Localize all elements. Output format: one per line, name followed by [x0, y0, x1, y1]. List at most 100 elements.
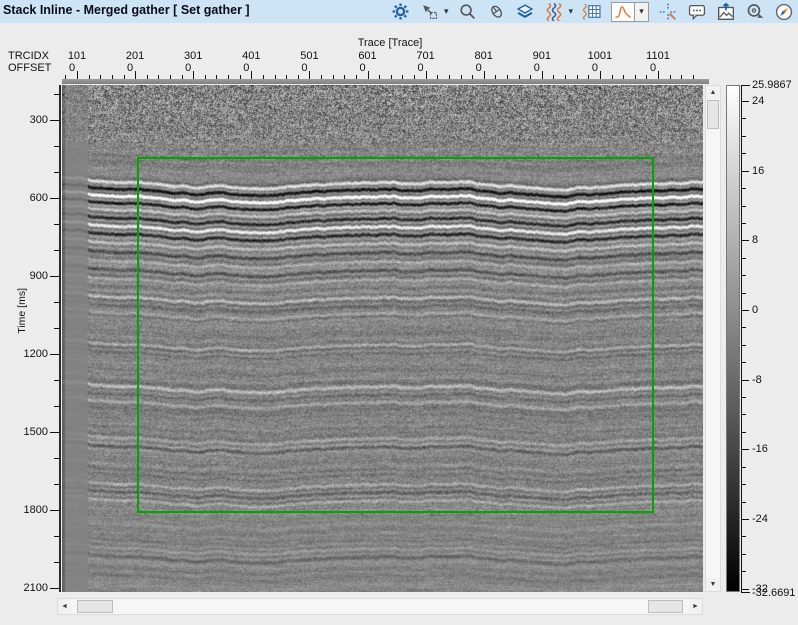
trace-tick — [344, 75, 345, 79]
trace-tick — [600, 71, 601, 79]
trace-tick — [65, 75, 66, 79]
vertical-scroll-thumb[interactable] — [707, 100, 719, 129]
trace-offset-label: 0 — [52, 62, 92, 74]
trace-offset-label: 0 — [168, 62, 208, 74]
colorbar-axis-line — [741, 85, 742, 592]
trace-offset-label: 0 — [343, 62, 383, 74]
trace-index-label: 901 — [522, 50, 562, 62]
header-row-label-trcidx: TRCIDX — [8, 50, 49, 62]
select-mode-dropdown[interactable]: ▾ — [444, 7, 449, 16]
trace-tick — [298, 75, 299, 79]
colorbar-tick-label: 0 — [752, 304, 758, 316]
time-tick — [54, 536, 59, 537]
scroll-right-button[interactable]: ► — [689, 599, 702, 614]
trace-table-icon[interactable] — [582, 2, 602, 22]
trace-tick — [356, 75, 357, 79]
trace-tick — [333, 75, 334, 79]
horizontal-scroll-thumb-left[interactable] — [77, 600, 113, 613]
wiggle-traces-dropdown[interactable]: ▾ — [568, 7, 573, 16]
gain-curve-icon[interactable] — [611, 2, 635, 22]
window-title: Stack Inline - Merged gather [ Set gathe… — [3, 3, 250, 17]
scroll-left-button[interactable]: ◄ — [58, 599, 71, 614]
time-tick — [54, 328, 59, 329]
trace-tick — [158, 75, 159, 79]
trace-tick — [100, 75, 101, 79]
trace-tick — [437, 75, 438, 79]
trace-tick — [670, 75, 671, 79]
trace-tick — [449, 75, 450, 79]
colorbar-tick-label: 8 — [752, 234, 758, 246]
colorbar-tick — [741, 589, 749, 590]
zoom-magnifier-icon[interactable] — [457, 2, 477, 22]
time-tick — [54, 458, 59, 459]
horizontal-scroll-thumb-right[interactable] — [648, 600, 683, 613]
scroll-down-button[interactable]: ▼ — [706, 578, 720, 591]
trace-tick — [623, 75, 624, 79]
colorbar-tick — [741, 484, 746, 485]
trace-index-label: 101 — [57, 50, 97, 62]
export-image-icon[interactable] — [716, 2, 736, 22]
time-tick — [54, 484, 59, 485]
colorbar-tick — [741, 536, 746, 537]
vertical-scrollbar[interactable]: ▲ ▼ — [705, 85, 721, 592]
trace-tick — [484, 71, 485, 79]
colorbar-tick — [741, 327, 746, 328]
time-tick — [50, 510, 59, 511]
trace-index-label: 601 — [348, 50, 388, 62]
colorbar-tick — [741, 571, 746, 572]
mouse-icon[interactable] — [486, 2, 506, 22]
trace-tick — [368, 71, 369, 79]
comment-icon[interactable] — [687, 2, 707, 22]
colorbar-tick — [741, 519, 749, 520]
measure-icon[interactable] — [745, 2, 765, 22]
time-tick-label: 600 — [14, 192, 48, 204]
trace-offset-label: 0 — [401, 62, 441, 74]
trace-tick — [693, 75, 694, 79]
colorbar-tick — [741, 467, 746, 468]
trace-tick — [251, 71, 252, 79]
select-mode-icon[interactable] — [420, 2, 440, 22]
colorbar-max-label: 25.9867 — [752, 79, 792, 91]
trace-tick — [553, 75, 554, 79]
trace-offset-label: 0 — [284, 62, 324, 74]
trace-tick — [216, 75, 217, 79]
trace-tick — [112, 75, 113, 79]
gain-curve-dropdown[interactable]: ▾ — [635, 2, 649, 22]
trace-tick — [658, 71, 659, 79]
trace-tick — [588, 75, 589, 79]
trace-tick — [263, 75, 264, 79]
trace-tick — [240, 75, 241, 79]
compass-icon[interactable] — [774, 2, 794, 22]
time-tick — [50, 120, 59, 121]
trace-tick — [309, 71, 310, 79]
time-tick — [50, 198, 59, 199]
colorbar-tick — [741, 240, 749, 241]
settings-gear-icon[interactable] — [391, 2, 411, 22]
trace-index-label: 201 — [115, 50, 155, 62]
colorbar-tick-label: -32 — [752, 583, 768, 595]
layers-icon[interactable] — [515, 2, 535, 22]
time-tick — [54, 380, 59, 381]
trace-tick — [77, 71, 78, 79]
horizontal-scrollbar[interactable]: ◄ ► — [57, 598, 703, 615]
colorbar-tick — [741, 101, 749, 102]
time-tick-label: 1800 — [14, 504, 48, 516]
trace-index-label: 701 — [406, 50, 446, 62]
colorbar-tick — [741, 136, 746, 137]
time-tick — [54, 250, 59, 251]
selection-rectangle[interactable] — [137, 157, 654, 513]
scroll-up-button[interactable]: ▲ — [706, 86, 720, 99]
time-tick-label: 1500 — [14, 426, 48, 438]
plot-top-edge — [62, 79, 709, 84]
trace-offset-label: 0 — [517, 62, 557, 74]
trace-tick — [565, 75, 566, 79]
colorbar-tick-label: 16 — [752, 165, 764, 177]
right-arrow-icon: ► — [692, 603, 699, 610]
trace-index-label: 301 — [173, 50, 213, 62]
time-tick — [54, 224, 59, 225]
wiggle-traces-icon[interactable] — [544, 2, 564, 22]
trace-offset-label: 0 — [226, 62, 266, 74]
trace-tick — [472, 75, 473, 79]
colorbar-tick — [741, 275, 746, 276]
crosshair-pick-icon[interactable] — [658, 2, 678, 22]
